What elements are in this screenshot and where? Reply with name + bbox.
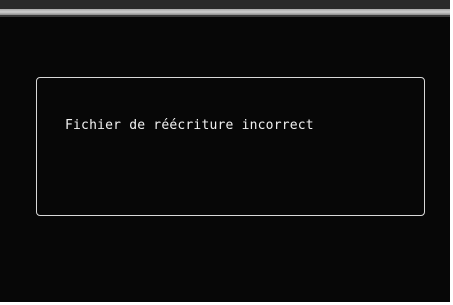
display-area: Fichier de réécriture incorrect	[0, 0, 450, 302]
top-status-bar-edge	[0, 15, 450, 17]
top-status-band	[0, 0, 450, 9]
error-message-dialog: Fichier de réécriture incorrect	[36, 77, 425, 216]
error-message-text: Fichier de réécriture incorrect	[65, 118, 314, 133]
device-screen: Fichier de réécriture incorrect	[0, 0, 453, 305]
